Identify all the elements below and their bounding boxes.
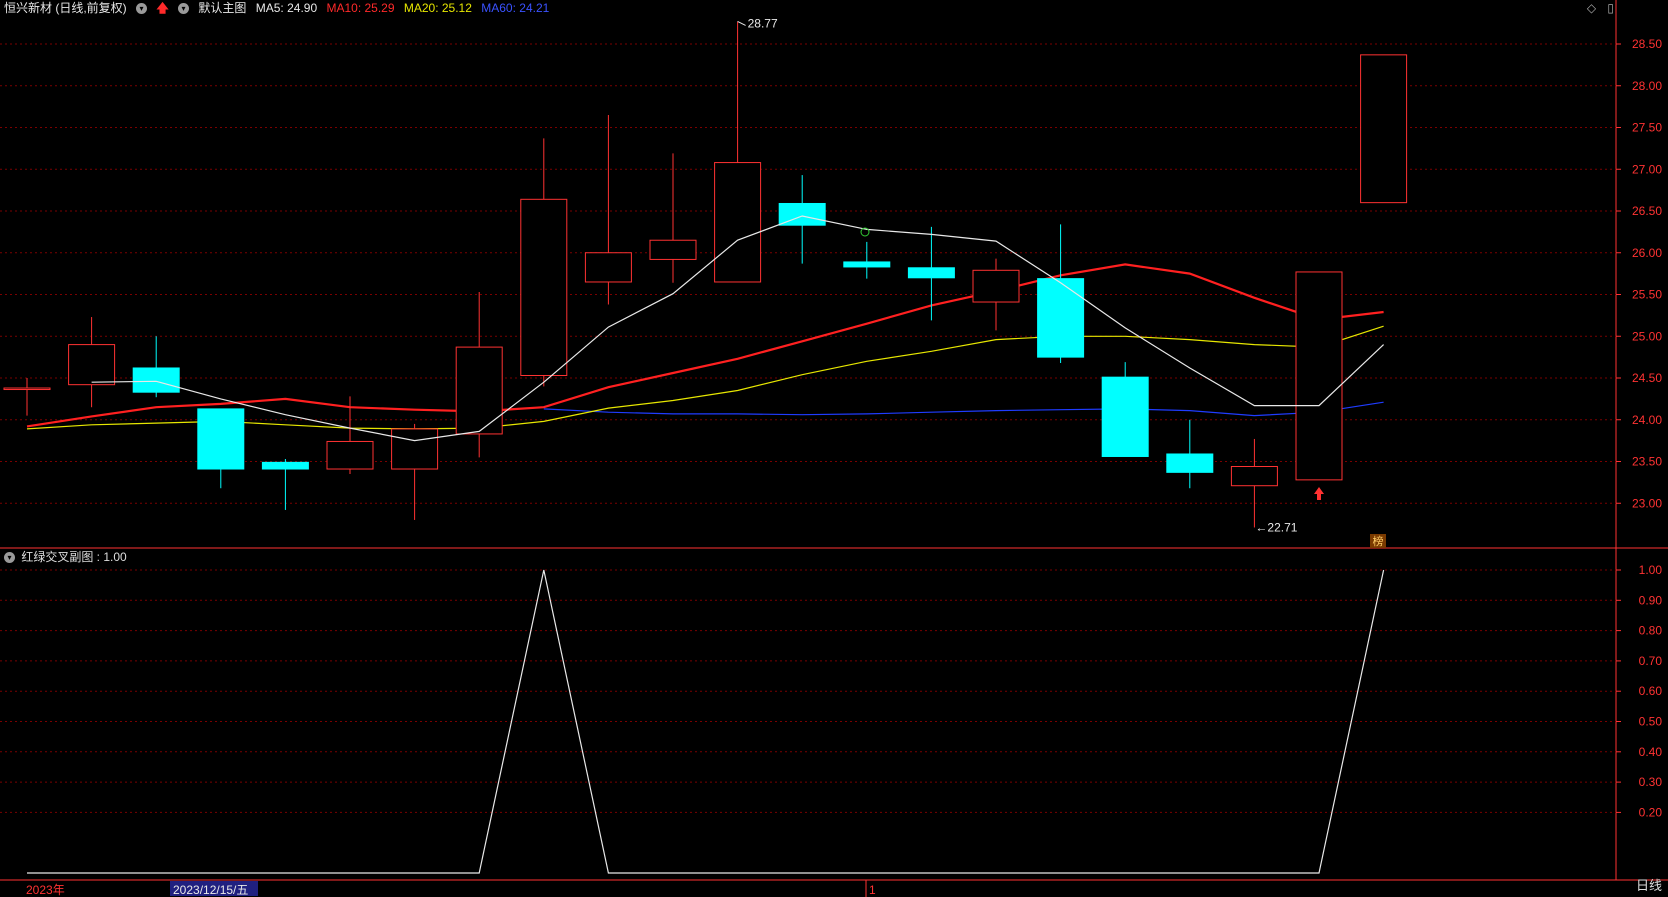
price-tick-label: 27.50 [1632,121,1662,135]
candle-body-up [3,387,51,391]
candle-body-up [1295,271,1343,481]
ma10-line [26,263,1384,428]
expand-icon[interactable]: ▾ [136,3,148,15]
candle-body-up [455,346,503,435]
price-tick-label: 26.50 [1632,204,1662,218]
candle [649,153,697,283]
candle-body-down [1101,376,1149,457]
buy-arrow-icon [1314,487,1324,500]
candle-body-up [972,269,1020,303]
up-arrow-icon: 🡅 [156,1,169,15]
candle [1295,271,1343,481]
candle [197,408,245,489]
candle-body-up [649,239,697,260]
candle [907,226,955,321]
candle-body-down [261,461,309,470]
sub-tick-label: 0.50 [1639,715,1663,729]
candle-body-up [1360,54,1408,204]
ma5-value: MA5: 24.90 [255,1,318,15]
sub-chart-header: ▾ 红绿交叉副图 : 1.00 [4,549,127,565]
candle [714,21,762,283]
sub-tick-label: 0.80 [1639,624,1663,638]
diamond-icon[interactable]: ◇ [1587,1,1596,15]
price-tick-label: 26.00 [1632,246,1662,260]
ma10-value: MA10: 25.29 [326,1,395,15]
cursor-date-label: 2023/12/15/五 [173,883,248,897]
candle [1230,438,1278,528]
sub-indicator-label: 红绿交叉副图 : 1.00 [21,550,127,564]
scrollbar-icon[interactable]: ▯ [1607,1,1614,15]
candle [1360,54,1408,204]
ma60-line [543,401,1384,417]
candle [584,114,632,305]
period-label[interactable]: 日线 [1636,875,1662,894]
candle-body-up [326,440,374,470]
sub-tick-label: 0.40 [1639,745,1663,759]
candle [1101,362,1149,457]
kline-chart[interactable]: 28.50 28.00 27.50 27.00 26.50 26.00 25.50 25.00… [0,0,1668,897]
price-tick-label: 28.50 [1632,37,1662,51]
price-tick-label: 23.00 [1632,496,1662,510]
month-marker: 1 [869,883,876,897]
ma60-value: MA60: 24.21 [481,1,550,15]
sub-dropdown-icon[interactable]: ▾ [4,552,15,564]
candle [261,458,309,510]
dropdown-icon[interactable]: ▾ [178,3,190,15]
sub-tick-label: 0.70 [1639,654,1663,668]
sub-tick-label: 0.30 [1639,775,1663,789]
year-label: 2023年 [26,883,65,897]
top-right-controls: ◇ ▯ [1587,1,1614,15]
candle-body-up [714,162,762,283]
price-tick-label: 24.50 [1632,371,1662,385]
price-tick-label: 25.50 [1632,288,1662,302]
candle [455,291,503,458]
low-price-label: ←22.71 [1255,520,1297,534]
candle-body-up [391,428,439,470]
candle [972,258,1020,331]
candle [1166,419,1214,489]
candle-body-down [1166,453,1214,473]
candle [520,138,568,387]
sub-tick-label: 0.90 [1639,593,1663,607]
rank-badge-label: 榜 [1373,534,1384,548]
sub-tick-label: 0.20 [1639,805,1663,819]
price-tick-label: 24.00 [1632,413,1662,427]
candle-body-down [843,261,891,268]
candle-body-up [584,252,632,283]
sub-tick-label: 0.60 [1639,684,1663,698]
price-tick-label: 25.00 [1632,329,1662,343]
candle-body-up [1230,466,1278,487]
price-tick-label: 23.50 [1632,455,1662,469]
ma20-value: MA20: 25.12 [403,1,472,15]
sub-tick-label: 1.00 [1639,563,1663,577]
candle-body-up [68,344,116,386]
high-pointer [737,21,746,26]
candle [3,378,51,416]
price-tick-label: 28.00 [1632,79,1662,93]
stock-title[interactable]: 恒兴新材 (日线,前复权) [4,1,127,15]
main-chart-header: 恒兴新材 (日线,前复权) ▾ 🡅 ▾ 默认主图 MA5: 24.90 MA10… [4,0,555,16]
candle-body-down [197,408,245,470]
candle [132,336,180,398]
high-price-label: 28.77 [748,16,778,30]
main-chart-label[interactable]: 默认主图 [198,1,246,15]
price-tick-label: 27.00 [1632,162,1662,176]
candle-body-down [132,367,180,393]
candle-body-down [907,267,955,279]
candle-body-down [1037,278,1085,358]
candle [843,241,891,279]
candle [68,317,116,408]
candle-body-up [520,198,568,376]
